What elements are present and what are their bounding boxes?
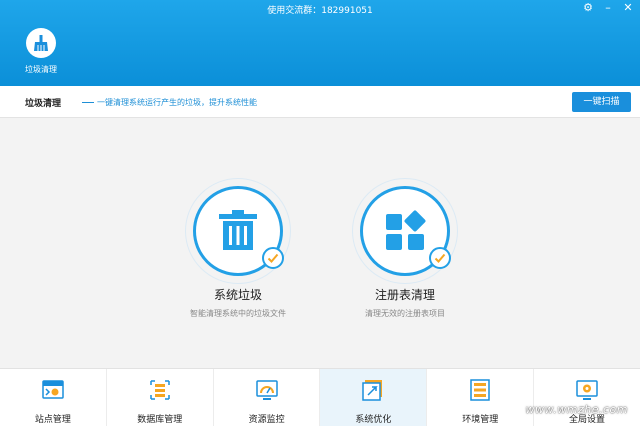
nav-item-site-management[interactable]: 站点管理	[0, 369, 107, 426]
checkmark-icon	[262, 247, 284, 269]
section-header: 垃圾清理 一键清理系统运行产生的垃圾，提升系统性能 一键扫描	[0, 86, 640, 118]
optimize-icon	[362, 380, 383, 401]
nav-label: 数据库管理	[137, 415, 183, 425]
window-title: 使用交流群：182991051	[267, 6, 373, 16]
card-subtitle: 智能清理系统中的垃圾文件	[190, 309, 286, 318]
monitor-icon	[255, 380, 278, 400]
registry-icon	[386, 210, 426, 250]
settings-icon	[576, 380, 598, 400]
trash-icon	[219, 210, 257, 250]
bottom-nav: 站点管理 数据库管理 资源监控 系统优化 环境管理 全局设置	[0, 368, 640, 426]
section-title: 垃圾清理	[25, 99, 62, 109]
nav-label: 资源监控	[248, 415, 285, 425]
nav-label: 环境管理	[462, 415, 499, 425]
nav-item-database-management[interactable]: 数据库管理	[107, 369, 214, 426]
nav-item-global-settings[interactable]: 全局设置	[534, 369, 640, 426]
close-icon[interactable]: ✕	[622, 2, 634, 13]
card-subtitle: 清理无效的注册表项目	[365, 309, 445, 318]
nav-item-resource-monitor[interactable]: 资源监控	[214, 369, 321, 426]
server-icon	[470, 379, 490, 401]
card-registry-clean[interactable]: 注册表清理 清理无效的注册表项目	[330, 178, 480, 319]
minimize-icon[interactable]: –	[602, 2, 614, 13]
nav-item-environment-management[interactable]: 环境管理	[427, 369, 535, 426]
gear-icon[interactable]: ⚙	[582, 2, 594, 13]
registry-clean-circle[interactable]	[352, 178, 458, 284]
broom-icon	[26, 28, 56, 58]
system-junk-circle[interactable]	[185, 178, 291, 284]
site-icon	[42, 380, 64, 399]
top-bar: 使用交流群：182991051 ⚙ – ✕ 垃圾清理	[0, 0, 640, 86]
card-title: 注册表清理	[374, 288, 435, 302]
nav-label: 站点管理	[34, 415, 71, 425]
nav-label: 系统优化	[355, 415, 392, 425]
card-title: 系统垃圾	[213, 288, 262, 302]
nav-item-system-optimization[interactable]: 系统优化	[320, 369, 428, 426]
one-click-scan-button[interactable]: 一键扫描	[572, 92, 631, 112]
tab-label: 垃圾清理	[25, 65, 57, 74]
database-icon	[149, 380, 170, 400]
card-system-junk[interactable]: 系统垃圾 智能清理系统中的垃圾文件	[163, 178, 313, 319]
window-controls: ⚙ – ✕	[582, 2, 634, 13]
watermark: www.wmzhe.com	[525, 403, 628, 416]
checkmark-icon	[429, 247, 451, 269]
section-description: 一键清理系统运行产生的垃圾，提升系统性能	[82, 97, 257, 108]
tab-junk-clean[interactable]: 垃圾清理	[19, 24, 63, 80]
